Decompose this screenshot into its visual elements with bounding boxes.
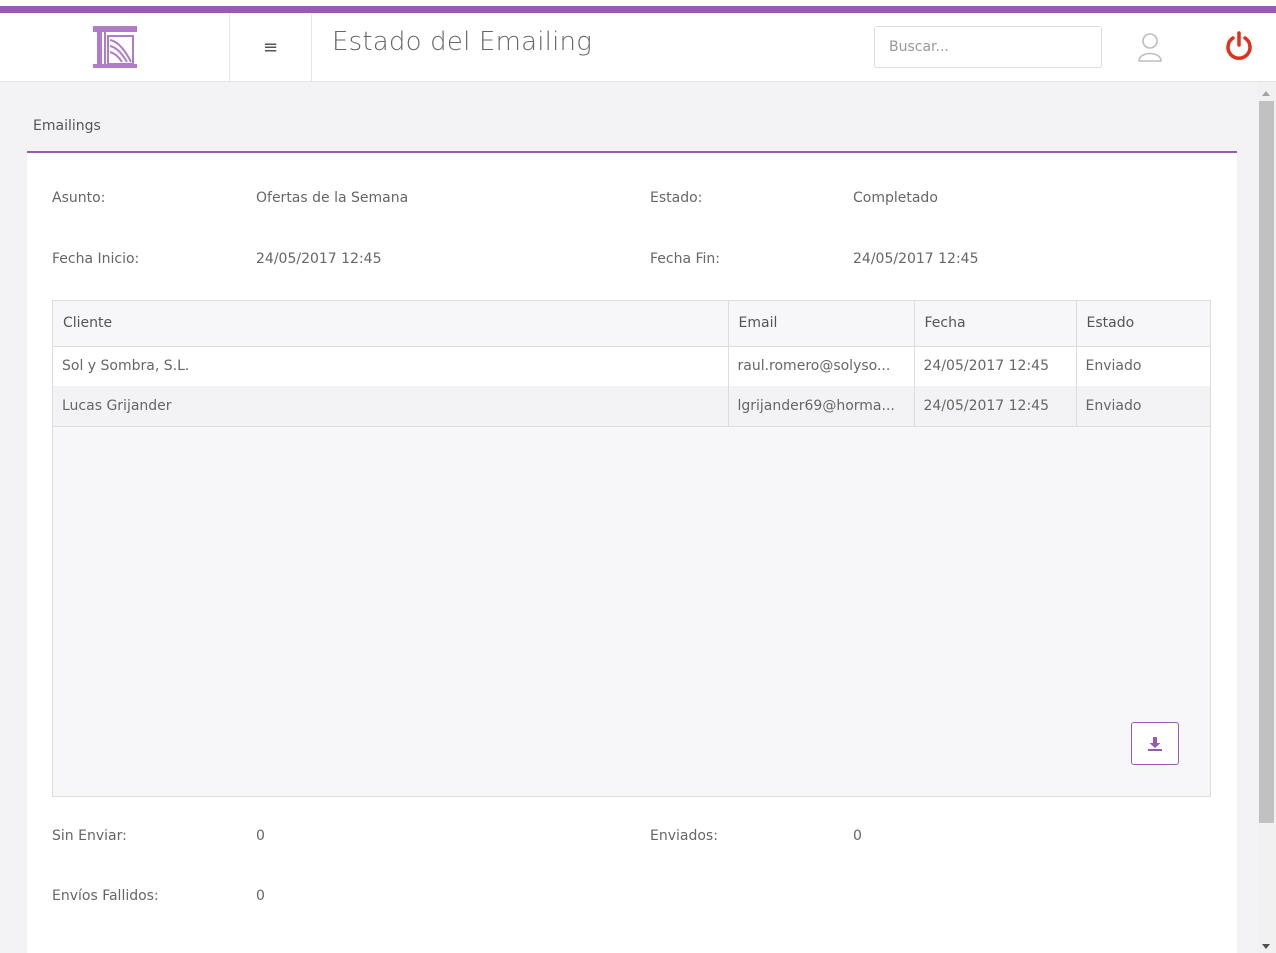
export-button[interactable] xyxy=(1131,722,1179,765)
hamburger-menu-button[interactable]: ≡ xyxy=(230,13,312,81)
fecha-inicio-label: Fecha Inicio: xyxy=(52,251,140,267)
enviados-label: Enviados: xyxy=(650,828,718,844)
cell-email: lgrijander69@horma... xyxy=(728,386,915,427)
estado-value: Completado xyxy=(853,190,938,206)
table-row[interactable]: Lucas Grijander lgrijander69@horma... 24… xyxy=(53,386,1210,427)
envios-fallidos-value: 0 xyxy=(256,888,265,904)
cell-estado: Enviado xyxy=(1076,346,1210,386)
cell-fecha: 24/05/2017 12:45 xyxy=(914,386,1077,427)
table-row[interactable]: Sol y Sombra, S.L. raul.romero@solyso...… xyxy=(53,346,1210,386)
scroll-down-arrow-icon[interactable] xyxy=(1262,944,1270,949)
logo-icon xyxy=(92,26,137,68)
fecha-fin-value: 24/05/2017 12:45 xyxy=(853,251,979,267)
top-navbar: ≡ Estado del Emailing xyxy=(0,6,1276,82)
panel-title: Emailings xyxy=(33,118,101,134)
column-header-fecha[interactable]: Fecha xyxy=(914,301,1077,347)
cell-fecha: 24/05/2017 12:45 xyxy=(914,346,1077,386)
sin-enviar-label: Sin Enviar: xyxy=(52,828,127,844)
search-input[interactable] xyxy=(874,26,1102,68)
table-header-row: Cliente Email Fecha Estado xyxy=(53,301,1210,347)
asunto-label: Asunto: xyxy=(52,190,106,206)
fecha-fin-label: Fecha Fin: xyxy=(650,251,721,267)
cell-cliente: Lucas Grijander xyxy=(53,386,729,427)
enviados-value: 0 xyxy=(853,828,862,844)
cell-estado: Enviado xyxy=(1076,386,1210,427)
fecha-inicio-value: 24/05/2017 12:45 xyxy=(256,251,382,267)
page-title: Estado del Emailing xyxy=(332,27,593,57)
user-icon[interactable] xyxy=(1136,31,1164,63)
download-icon xyxy=(1148,736,1162,751)
recipients-grid: Cliente Email Fecha Estado Sol y Sombra,… xyxy=(52,300,1211,797)
hamburger-icon: ≡ xyxy=(262,36,279,58)
power-icon[interactable] xyxy=(1224,30,1254,62)
scroll-up-arrow-icon[interactable] xyxy=(1262,91,1270,96)
scrollbar-thumb[interactable] xyxy=(1259,101,1274,823)
envios-fallidos-label: Envíos Fallidos: xyxy=(52,888,159,904)
asunto-value: Ofertas de la Semana xyxy=(256,190,409,206)
column-header-estado[interactable]: Estado xyxy=(1076,301,1210,347)
recipients-table: Cliente Email Fecha Estado Sol y Sombra,… xyxy=(53,301,1210,427)
column-header-email[interactable]: Email xyxy=(728,301,915,347)
estado-label: Estado: xyxy=(650,190,703,206)
cell-cliente: Sol y Sombra, S.L. xyxy=(53,346,729,386)
column-header-cliente[interactable]: Cliente xyxy=(53,301,729,347)
panel-header: Emailings xyxy=(27,106,1237,153)
cell-email: raul.romero@solyso... xyxy=(728,346,915,386)
logo[interactable] xyxy=(0,13,230,81)
sin-enviar-value: 0 xyxy=(256,828,265,844)
